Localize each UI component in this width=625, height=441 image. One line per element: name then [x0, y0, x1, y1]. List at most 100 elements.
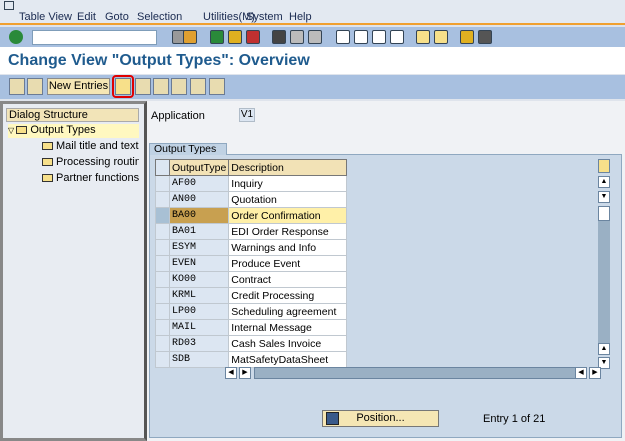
menu-table-view[interactable]: Table View: [19, 11, 72, 23]
tree-item-output-types[interactable]: ▽ Output Types: [8, 124, 139, 138]
table-row[interactable]: AN00 Quotation: [155, 191, 348, 208]
select-block-icon[interactable]: [190, 78, 206, 95]
description-cell[interactable]: Scheduling agreement: [228, 303, 348, 320]
column-config-icon[interactable]: [598, 159, 610, 173]
output-type-cell[interactable]: MAIL: [168, 319, 230, 336]
output-type-cell[interactable]: BA01: [168, 223, 230, 240]
row-selector[interactable]: [155, 223, 170, 240]
print-icon[interactable]: [272, 30, 286, 44]
description-cell[interactable]: Warnings and Info: [228, 239, 348, 256]
horizontal-scrollbar[interactable]: [254, 367, 578, 379]
scroll-left-button-2[interactable]: ◀: [575, 367, 587, 379]
row-selector[interactable]: [155, 255, 170, 272]
row-selector[interactable]: [155, 239, 170, 256]
vertical-scroll-thumb[interactable]: [598, 206, 610, 221]
description-cell[interactable]: Produce Event: [228, 255, 348, 272]
description-cell[interactable]: Credit Processing: [228, 287, 348, 304]
table-row[interactable]: MAIL Internal Message: [155, 319, 348, 336]
command-field[interactable]: [32, 30, 157, 45]
last-page-icon[interactable]: [390, 30, 404, 44]
scroll-right-button-2[interactable]: ▶: [589, 367, 601, 379]
select-all-icon[interactable]: [171, 78, 187, 95]
menu-edit[interactable]: Edit: [77, 11, 96, 23]
column-header-description[interactable]: Description: [228, 159, 348, 176]
menu-goto[interactable]: Goto: [105, 11, 129, 23]
deselect-all-icon[interactable]: [209, 78, 225, 95]
row-selector[interactable]: [155, 175, 170, 192]
table-row[interactable]: SDB MatSafetyDataSheet: [155, 351, 348, 368]
output-type-cell[interactable]: BA00: [168, 207, 230, 224]
find-icon[interactable]: [290, 30, 304, 44]
description-cell[interactable]: Cash Sales Invoice: [228, 335, 348, 352]
display-change-icon[interactable]: [9, 78, 25, 95]
scroll-right-button[interactable]: ▶: [239, 367, 251, 379]
output-type-cell[interactable]: SDB: [168, 351, 230, 368]
menu-selection[interactable]: Selection: [137, 11, 182, 23]
output-type-cell[interactable]: LP00: [168, 303, 230, 320]
menu-system[interactable]: System: [246, 11, 283, 23]
find-next-icon[interactable]: [308, 30, 322, 44]
layout-icon[interactable]: [478, 30, 492, 44]
output-type-cell[interactable]: AF00: [168, 175, 230, 192]
description-cell[interactable]: Quotation: [228, 191, 348, 208]
row-selector[interactable]: [155, 351, 170, 368]
row-selector[interactable]: [155, 335, 170, 352]
tree-item[interactable]: Partner functions: [42, 172, 139, 184]
scroll-page-up-button[interactable]: ▲: [598, 343, 610, 355]
row-selector[interactable]: [155, 191, 170, 208]
scroll-left-button[interactable]: ◀: [225, 367, 237, 379]
row-selector[interactable]: [155, 287, 170, 304]
scroll-up-button[interactable]: ▲: [598, 176, 610, 188]
description-cell[interactable]: Contract: [228, 271, 348, 288]
create-session-icon[interactable]: [416, 30, 430, 44]
help-icon[interactable]: [460, 30, 474, 44]
undo-change-icon[interactable]: [153, 78, 169, 95]
description-cell[interactable]: EDI Order Response: [228, 223, 348, 240]
scroll-down-button[interactable]: ▼: [598, 191, 610, 203]
vertical-scrollbar[interactable]: [598, 206, 610, 348]
tree-item[interactable]: Mail title and texts: [42, 140, 139, 152]
save-icon[interactable]: [183, 30, 197, 44]
row-selector[interactable]: [155, 319, 170, 336]
description-cell[interactable]: Internal Message: [228, 319, 348, 336]
table-row[interactable]: ESYM Warnings and Info: [155, 239, 348, 256]
output-type-cell[interactable]: KRML: [168, 287, 230, 304]
menu-help[interactable]: Help: [289, 11, 312, 23]
output-type-cell[interactable]: KO00: [168, 271, 230, 288]
table-row[interactable]: EVEN Produce Event: [155, 255, 348, 272]
description-cell[interactable]: MatSafetyDataSheet: [228, 351, 348, 368]
table-row[interactable]: KO00 Contract: [155, 271, 348, 288]
table-row[interactable]: BA00 Order Confirmation: [155, 207, 348, 224]
table-row[interactable]: BA01 EDI Order Response: [155, 223, 348, 240]
output-type-cell[interactable]: RD03: [168, 335, 230, 352]
cancel-icon[interactable]: [246, 30, 260, 44]
expand-triangle-icon[interactable]: ▽: [8, 126, 16, 135]
row-selector[interactable]: [155, 207, 170, 224]
table-row[interactable]: RD03 Cash Sales Invoice: [155, 335, 348, 352]
details-icon[interactable]: [27, 78, 43, 95]
description-cell[interactable]: Order Confirmation: [228, 207, 348, 224]
delete-icon[interactable]: [135, 78, 151, 95]
shortcut-icon[interactable]: [434, 30, 448, 44]
sap-menu-icon[interactable]: [4, 1, 14, 10]
table-row[interactable]: LP00 Scheduling agreement: [155, 303, 348, 320]
position-button[interactable]: Position...: [322, 410, 439, 427]
description-cell[interactable]: Inquiry: [228, 175, 348, 192]
output-type-cell[interactable]: EVEN: [168, 255, 230, 272]
back-nav-icon[interactable]: [210, 30, 224, 44]
output-type-cell[interactable]: ESYM: [168, 239, 230, 256]
table-row[interactable]: AF00 Inquiry: [155, 175, 348, 192]
next-page-icon[interactable]: [372, 30, 386, 44]
new-entries-button[interactable]: New Entries: [47, 78, 110, 95]
output-type-cell[interactable]: AN00: [168, 191, 230, 208]
prev-page-icon[interactable]: [354, 30, 368, 44]
row-selector[interactable]: [155, 271, 170, 288]
exit-icon[interactable]: [228, 30, 242, 44]
select-all-cell[interactable]: [155, 159, 170, 176]
column-header-outputtype[interactable]: OutputType: [168, 159, 230, 176]
table-row[interactable]: KRML Credit Processing: [155, 287, 348, 304]
first-page-icon[interactable]: [336, 30, 350, 44]
tree-item[interactable]: Processing routines: [42, 156, 139, 168]
enter-icon[interactable]: [9, 30, 23, 44]
row-selector[interactable]: [155, 303, 170, 320]
